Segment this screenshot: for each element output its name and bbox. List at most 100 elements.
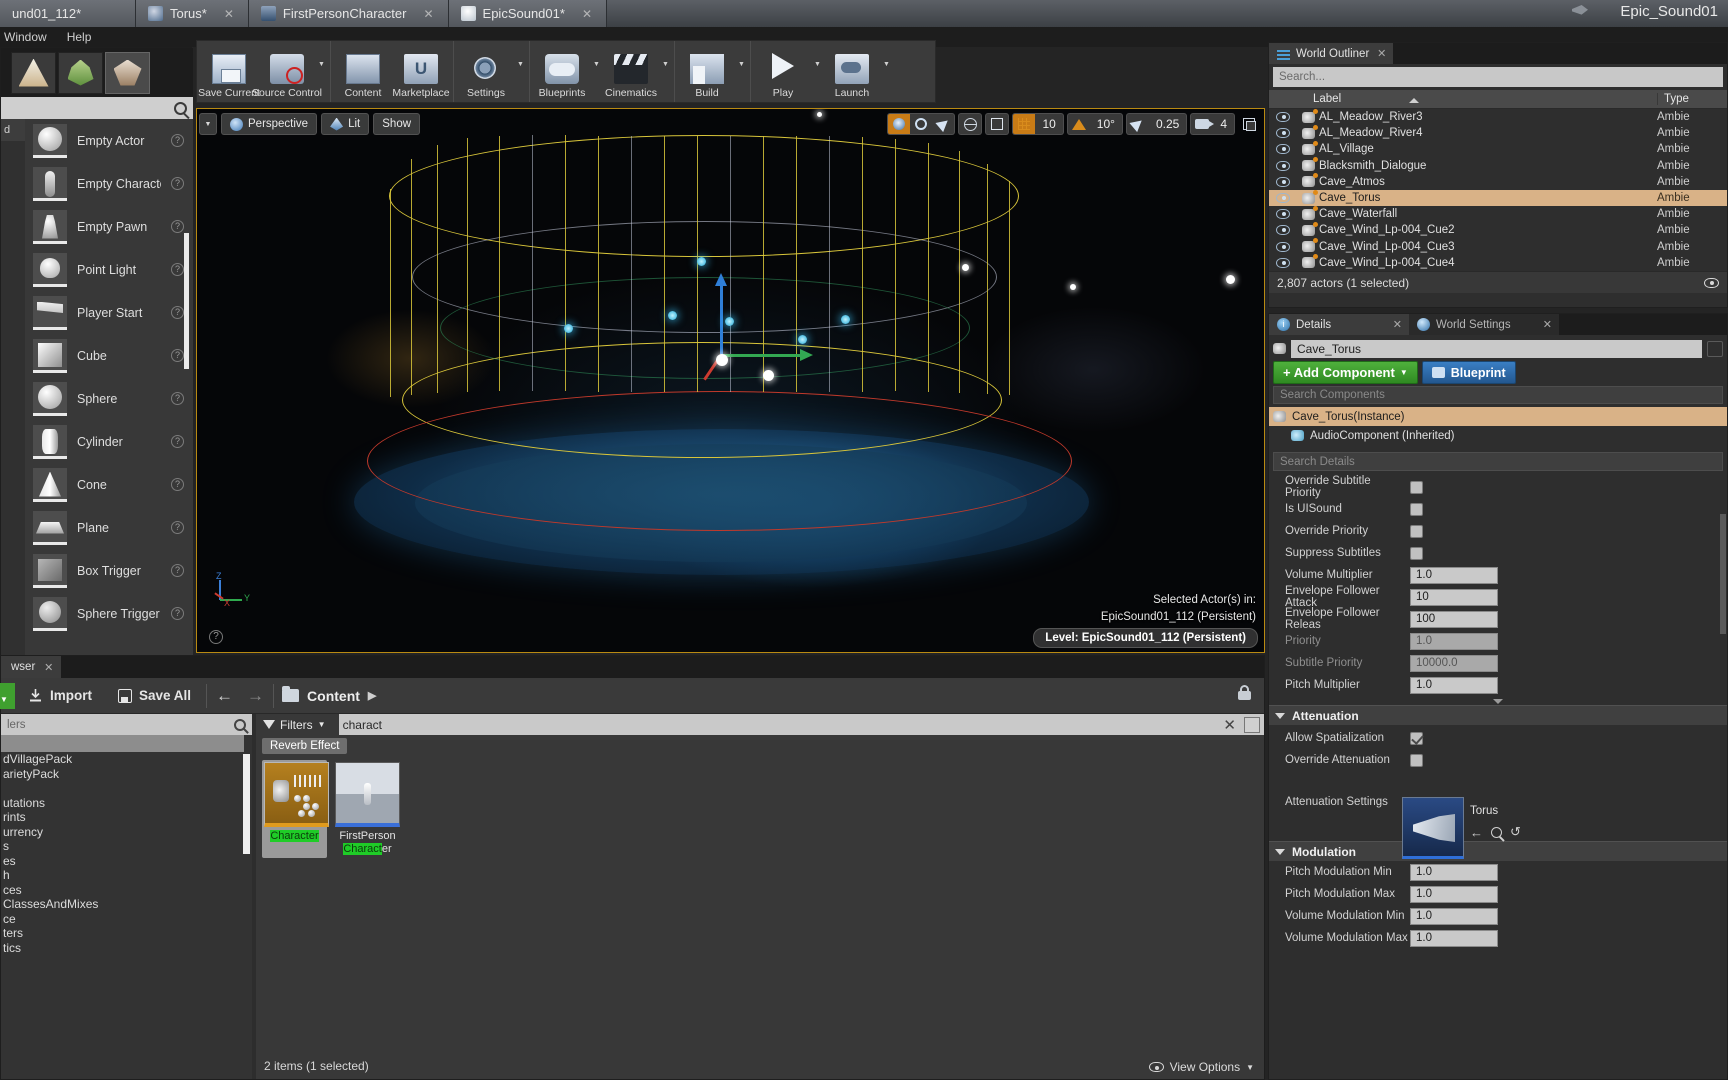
blueprint-button[interactable]: Blueprint	[1421, 361, 1516, 384]
outliner-row[interactable]: Cave_Atmos Ambie	[1269, 173, 1727, 190]
folder-tree-item[interactable]: ces	[1, 883, 244, 898]
visibility-toggle[interactable]	[1269, 128, 1297, 139]
folder-tree-item[interactable]: dVillagePack	[1, 752, 244, 767]
checkbox[interactable]	[1410, 546, 1423, 560]
place-item-sphere[interactable]: Sphere ?	[25, 377, 193, 420]
details-scrollbar[interactable]	[1720, 514, 1726, 634]
component-row-cave-torus[interactable]: Cave_Torus(Instance)	[1269, 407, 1727, 426]
marketplace-button[interactable]: Marketplace	[392, 41, 450, 102]
world-space-button[interactable]	[959, 114, 981, 134]
viewport-perspective-button[interactable]: Perspective	[221, 113, 318, 135]
import-button[interactable]: Import	[15, 678, 105, 713]
chevron-down-icon[interactable]: ▼	[591, 41, 602, 102]
select-mode-button[interactable]	[888, 114, 911, 134]
folder-tree-item[interactable]: utations	[1, 796, 244, 811]
lock-details-button[interactable]	[1707, 340, 1723, 357]
number-input[interactable]: 1.0	[1410, 885, 1498, 903]
place-tab-foliage[interactable]	[58, 51, 103, 94]
chevron-down-icon[interactable]: ▼	[515, 41, 526, 102]
number-input[interactable]: 1.0	[1410, 907, 1498, 925]
visibility-toggle[interactable]	[1269, 225, 1297, 236]
folder-tree-item[interactable]: ClassesAndMixes	[1, 897, 244, 912]
close-icon[interactable]: ✕	[582, 7, 592, 21]
level-viewport[interactable]: Z Y X ? ▼ Perspective Lit Show 10 10° 0.…	[196, 108, 1265, 653]
place-tab-geometry[interactable]	[105, 51, 150, 94]
place-item-cylinder[interactable]: Cylinder ?	[25, 420, 193, 463]
browse-asset-icon[interactable]	[1491, 826, 1505, 842]
asset-tile-character[interactable]: Character	[262, 760, 329, 858]
number-input[interactable]: 1.0	[1410, 929, 1498, 947]
folder-tree-item[interactable]: ters	[1, 926, 244, 941]
add-component-button[interactable]: + Add Component ▼	[1273, 361, 1418, 384]
grid-snap-value[interactable]: 10	[1035, 114, 1062, 134]
folder-tree-item[interactable]: s	[1, 839, 244, 854]
save-all-button[interactable]: Save All	[105, 678, 204, 713]
cinematics-button[interactable]: Cinematics	[602, 41, 660, 102]
help-icon[interactable]: ?	[171, 349, 184, 362]
rotate-mode-button[interactable]	[910, 114, 932, 134]
visibility-toggle[interactable]	[1269, 241, 1297, 252]
grid-snap-toggle[interactable]	[1013, 114, 1036, 134]
tab-world-outliner[interactable]: World Outliner ✕	[1269, 43, 1394, 64]
surface-snap-button[interactable]	[986, 114, 1008, 134]
number-input[interactable]: 1.0	[1410, 566, 1498, 584]
window-tab-torus[interactable]: Torus* ✕	[136, 0, 249, 27]
outliner-row[interactable]: Cave_Waterfall Ambie	[1269, 205, 1727, 222]
folder-tree-list[interactable]: dVillagePack arietyPack utations rints u…	[1, 752, 244, 1079]
scale-snap-toggle[interactable]	[1127, 114, 1149, 134]
place-item-cone[interactable]: Cone ?	[25, 463, 193, 506]
asset-search-input[interactable]: charact ✕	[338, 714, 1264, 735]
outliner-row[interactable]: AL_Village Ambie	[1269, 140, 1727, 157]
outliner-row-list[interactable]: AL_Meadow_River3 Ambie AL_Meadow_River4 …	[1269, 109, 1727, 271]
search-components-input[interactable]: Search Components	[1273, 386, 1723, 404]
place-item-player-start[interactable]: Player Start ?	[25, 291, 193, 334]
expand-more-arrow[interactable]	[1269, 696, 1727, 705]
tab-world-settings[interactable]: World Settings ✕	[1409, 314, 1559, 335]
tab-details[interactable]: i Details ✕	[1269, 314, 1409, 335]
folder-tree-item[interactable]: urrency	[1, 825, 244, 840]
add-new-button[interactable]: ▼	[0, 682, 15, 709]
source-control-button[interactable]: Source Control	[252, 41, 322, 102]
scale-snap-value[interactable]: 0.25	[1149, 114, 1186, 134]
blueprints-button[interactable]: Blueprints	[533, 41, 591, 102]
place-item-cube[interactable]: Cube ?	[25, 334, 193, 377]
close-icon[interactable]: ✕	[1393, 318, 1402, 331]
chevron-down-icon[interactable]: ▼	[812, 41, 823, 102]
viewport-viewmode-button[interactable]: Lit	[321, 113, 370, 135]
rotation-snap-value[interactable]: 10°	[1090, 114, 1122, 134]
visibility-toggle[interactable]	[1269, 209, 1297, 220]
folder-tree-item[interactable]	[1, 781, 244, 796]
number-input[interactable]: 1.0	[1410, 863, 1498, 881]
close-icon[interactable]: ✕	[44, 661, 53, 674]
chevron-right-icon[interactable]: ▶	[368, 689, 376, 702]
place-item-empty-pawn[interactable]: Empty Pawn ?	[25, 205, 193, 248]
place-item-empty-character[interactable]: Empty Character ?	[25, 162, 193, 205]
eye-icon[interactable]	[1704, 277, 1719, 288]
checkbox[interactable]	[1410, 502, 1423, 516]
view-options-button[interactable]: View Options ▼	[1148, 1060, 1254, 1074]
search-details-input[interactable]: Search Details	[1273, 452, 1723, 471]
place-item-point-light[interactable]: Point Light ?	[25, 248, 193, 291]
column-header-type[interactable]: Type	[1664, 93, 1689, 105]
help-icon[interactable]: ?	[171, 521, 184, 534]
place-item-box-trigger[interactable]: Box Trigger ?	[25, 549, 193, 592]
save-current-button[interactable]: Save Current	[198, 41, 260, 102]
menu-item-window[interactable]: Window	[4, 30, 47, 44]
gizmo-z-axis[interactable]	[715, 273, 727, 356]
folder-tree-item[interactable]: arietyPack	[1, 767, 244, 782]
content-browser-tab[interactable]: wser ✕	[1, 656, 62, 678]
number-input[interactable]: 10	[1410, 588, 1498, 606]
asset-tile-firstpersoncharacter[interactable]: FirstPerson Character	[335, 762, 400, 856]
place-actors-list[interactable]: Empty Actor ? Empty Character ? Empty Pa…	[25, 119, 193, 666]
folder-tree-scrollbar[interactable]	[243, 754, 250, 854]
viewport-menu-button[interactable]: ▼	[199, 113, 217, 135]
launch-button[interactable]: Launch	[823, 41, 881, 102]
visibility-toggle[interactable]	[1269, 160, 1297, 171]
help-icon[interactable]: ?	[171, 134, 184, 147]
place-actors-scrollbar[interactable]	[184, 233, 189, 369]
content-button[interactable]: Content	[334, 41, 392, 102]
folder-tree-item[interactable]: h	[1, 868, 244, 883]
build-button[interactable]: Build	[678, 41, 736, 102]
folder-tree-item[interactable]: ce	[1, 912, 244, 927]
help-icon[interactable]: ?	[209, 630, 223, 644]
